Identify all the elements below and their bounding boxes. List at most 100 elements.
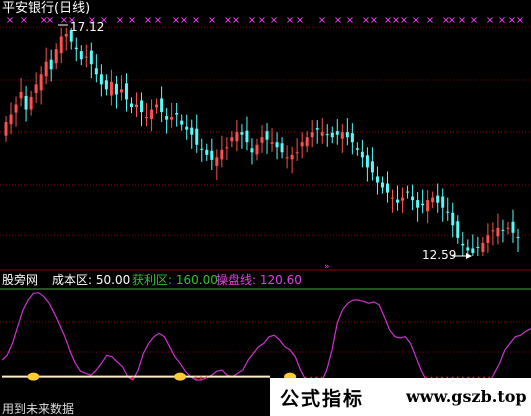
chart-title: 平安银行(日线) [2,1,91,16]
candle-body [446,211,450,213]
candle-body [235,132,239,142]
candle-body [401,197,405,201]
candle-body [516,236,520,238]
candle-body [255,144,259,155]
signal-marker: × [458,15,466,26]
signal-marker: × [116,15,124,26]
candle-body [79,51,83,60]
candle-body [451,212,455,226]
candle-body [165,116,169,120]
candle-body [180,120,184,125]
signal-marker: × [286,15,294,26]
price-low-label: 12.59 [422,248,457,262]
signal-marker: × [400,15,408,26]
candle-body [14,104,18,113]
chart-canvas: × × ×× × × × × × × × × × × × × × × × × × × × × × × × × × × × × × ×× × × × × ×… [0,15,531,394]
signal-marker: × [498,15,506,26]
candle-body [54,49,58,64]
candle-body [155,104,159,108]
candle-body [135,104,139,108]
crossing-marker [174,372,187,381]
candle-body [190,127,194,135]
candle-body [285,157,289,159]
candle-body [140,100,144,113]
candle-body [441,196,445,208]
candle-body [295,152,299,154]
candle-body [225,147,229,149]
candle-body [39,74,43,91]
signal-marker: × [208,15,216,26]
signal-marker: × [6,15,14,26]
candle-body [124,83,128,100]
signal-marker: × [334,15,342,26]
signal-marker: × [258,15,266,26]
watermark-chinese: 公式指标 [280,388,365,410]
signal-marker: × [412,15,420,26]
bottom-caption: 用到未来数据 [2,402,75,416]
candle-body [230,137,234,142]
signal-marker: × [232,15,240,26]
indicator-name: 股旁网 [2,273,39,287]
candle-body [511,221,515,233]
candle-body [89,50,93,65]
signal-marker: × [270,15,278,26]
candle-body [501,229,505,231]
signal-marker: × [154,15,162,26]
candle-body [9,114,13,125]
candle-body [431,197,435,203]
candle-body [411,196,415,201]
candle-body [245,130,249,143]
candle-body [170,117,174,120]
candle-body [145,117,149,119]
candle-body [195,128,199,145]
candle-body [486,235,490,243]
candle-body [265,131,269,140]
signal-marker: × [486,15,494,26]
candle-body [290,154,294,160]
candle-body [200,148,204,150]
candle-body [84,56,88,58]
candle-body [260,137,264,143]
signal-marker: × [128,15,136,26]
signal-marker: × [516,15,524,26]
profit-zone-label: 获利区: 160.00 [132,273,218,287]
candle-body [335,131,339,135]
candle-body [29,96,33,110]
signal-marker: × [448,15,456,26]
candle-body [305,137,309,147]
candle-body [240,132,244,135]
candle-body [370,161,374,173]
candle-body [330,132,334,138]
candle-body [491,230,495,232]
candle-body [436,195,440,203]
candle-body [350,133,354,143]
candle-body [175,113,179,115]
candle-body [64,34,68,37]
candle-body [365,155,369,168]
candle-body [160,98,164,113]
candle-body [320,132,324,136]
candle-body [74,47,78,50]
candle-body [355,148,359,150]
crossing-marker [27,372,40,381]
candle-body [300,142,304,147]
candle-body [426,200,430,212]
candle-body [315,128,319,130]
candle-body [114,83,118,95]
candle-body [109,81,113,96]
signal-marker: × [180,15,188,26]
candle-body [129,103,133,108]
candle-body [416,200,420,208]
candle-body [185,126,189,130]
candle-body [391,197,395,199]
candle-body [466,247,470,251]
signal-marker: × [470,15,478,26]
candle-body [49,59,53,70]
candle-body [476,246,480,248]
candle-body [385,183,389,193]
signal-marker: × [346,15,354,26]
candle-body [119,89,123,93]
candle-body [44,61,48,77]
price-high-label: 17.12 [70,20,105,34]
candle-body [396,199,400,203]
